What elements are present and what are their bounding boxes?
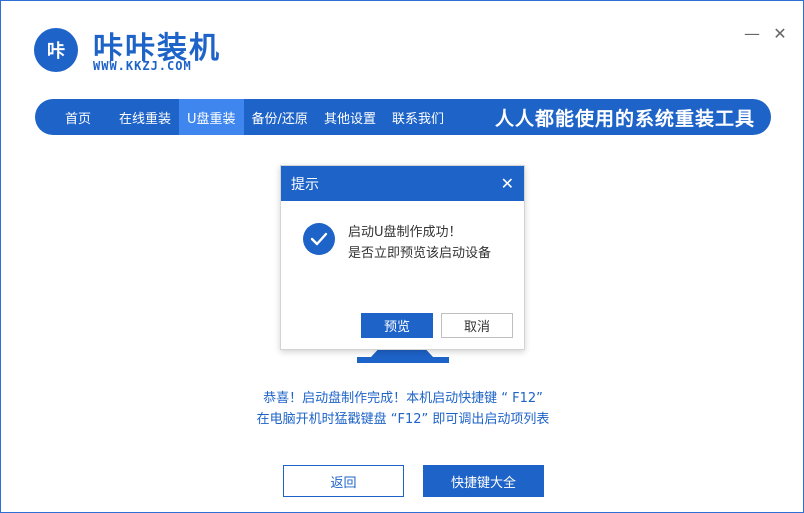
minimize-button[interactable]: — xyxy=(743,25,761,43)
hotkey-instruction: 在电脑开机时猛戳键盘 “F12” 即可调出启动项列表 xyxy=(256,412,550,427)
nav-item-contact-us[interactable]: 联系我们 xyxy=(384,99,452,135)
prompt-dialog: 提示 ✕ 启动U盘制作成功！ 是否立即预览该启动设备 预览 取消 xyxy=(280,165,525,350)
nav-item-other-settings[interactable]: 其他设置 xyxy=(316,99,384,135)
app-url: WWW.KKZJ.COM xyxy=(93,59,192,73)
back-button[interactable]: 返回 xyxy=(283,465,404,497)
checkmark-circle-icon xyxy=(303,223,335,255)
main-nav: 首页 在线重装 U盘重装 备份/还原 其他设置 联系我们 人人都能使用的系统重装… xyxy=(35,99,771,135)
preview-button[interactable]: 预览 xyxy=(361,313,433,338)
nav-slogan: 人人都能使用的系统重装工具 xyxy=(494,107,755,130)
nav-item-backup-restore[interactable]: 备份/还原 xyxy=(244,99,316,135)
dialog-message-success: 启动U盘制作成功！ xyxy=(348,225,462,240)
logo-icon: 咔 xyxy=(34,28,78,72)
dialog-message-question: 是否立即预览该启动设备 xyxy=(348,246,492,261)
monitor-stand-base xyxy=(357,357,449,363)
checkmark-icon xyxy=(310,232,328,246)
nav-item-online-reinstall[interactable]: 在线重装 xyxy=(111,99,179,135)
nav-item-usb-reinstall[interactable]: U盘重装 xyxy=(179,99,244,135)
dialog-close-icon[interactable]: ✕ xyxy=(501,174,514,193)
dialog-header: 提示 ✕ xyxy=(281,166,524,201)
hotkeys-list-button[interactable]: 快捷键大全 xyxy=(423,465,544,497)
logo-glyph: 咔 xyxy=(47,41,65,62)
dialog-title: 提示 xyxy=(291,176,319,193)
nav-item-home[interactable]: 首页 xyxy=(35,99,111,135)
window-close-button[interactable]: ✕ xyxy=(771,25,789,43)
app-window: 咔 咔咔装机 WWW.KKZJ.COM — ✕ 首页 在线重装 U盘重装 备份/… xyxy=(0,0,804,513)
completion-message: 恭喜！启动盘制作完成！本机启动快捷键 “ F12” xyxy=(263,391,543,406)
cancel-button[interactable]: 取消 xyxy=(441,313,513,338)
